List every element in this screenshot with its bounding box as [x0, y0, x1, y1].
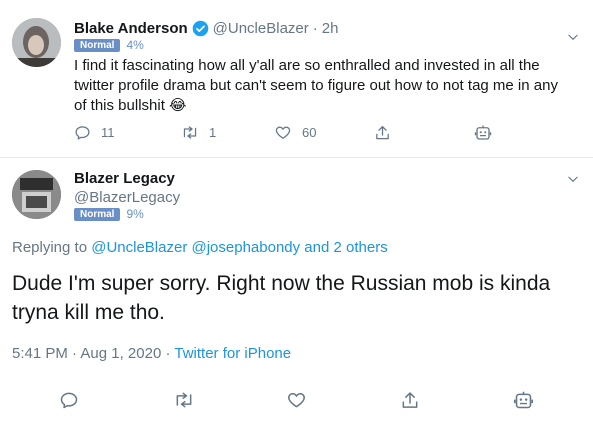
share-icon	[400, 390, 420, 411]
share-button[interactable]	[400, 390, 420, 411]
divider	[0, 157, 593, 158]
separator: ·	[165, 345, 171, 362]
retweet-button[interactable]: 1	[181, 124, 216, 141]
like-button[interactable]: 60	[274, 124, 316, 141]
like-button[interactable]	[286, 390, 307, 410]
tweet-time[interactable]: 5:41 PM	[12, 345, 68, 362]
bot-score-percent: 9%	[126, 207, 144, 221]
avatar-blake-anderson[interactable]	[12, 18, 61, 67]
share-icon	[374, 124, 391, 142]
bot-score-badge: Normal	[74, 207, 121, 221]
heart-icon	[274, 124, 292, 141]
author-handle[interactable]: @UncleBlazer	[213, 20, 309, 37]
bot-check-button[interactable]	[474, 124, 492, 142]
tweet-text: Dude I'm super sorry. Right now the Russ…	[12, 272, 551, 324]
mention-link[interactable]: @UncleBlazer	[91, 239, 187, 256]
tweet-text: I find it fascinating how all y'all are …	[74, 57, 558, 114]
avatar-blazer-legacy[interactable]	[12, 170, 61, 219]
reply-icon	[59, 390, 79, 410]
retweet-icon	[173, 390, 195, 410]
heart-icon	[286, 390, 307, 410]
author-handle[interactable]: @BlazerLegacy	[74, 189, 180, 206]
like-count: 60	[302, 125, 317, 140]
bot-score-percent: 4%	[126, 38, 144, 52]
tweet-date[interactable]: Aug 1, 2020	[80, 345, 161, 362]
bot-score-badge: Normal	[74, 38, 121, 52]
replying-to-label: Replying to	[12, 239, 88, 256]
separator: ·	[72, 345, 78, 362]
timestamp[interactable]: 2h	[322, 20, 339, 37]
separator: ·	[312, 20, 318, 37]
reply-button[interactable]	[59, 390, 79, 410]
others-link[interactable]: and 2 others	[304, 239, 387, 256]
retweet-count: 1	[209, 125, 217, 140]
tweet-meta: 5:41 PM · Aug 1, 2020 · Twitter for iPho…	[12, 345, 291, 362]
tweet-source[interactable]: Twitter for iPhone	[174, 345, 291, 362]
share-button[interactable]	[374, 124, 391, 142]
chevron-down-icon[interactable]	[566, 30, 580, 44]
author-name[interactable]: Blake Anderson	[74, 20, 188, 37]
reply-button[interactable]: 11	[74, 124, 115, 141]
robot-icon	[513, 390, 534, 411]
mention-link[interactable]: @josephabondy	[191, 239, 300, 256]
verified-badge-icon	[192, 20, 209, 37]
reply-icon	[74, 124, 91, 141]
replying-to: Replying to @UncleBlazer @josephabondy a…	[12, 239, 388, 256]
reply-count: 11	[101, 125, 115, 140]
chevron-down-icon[interactable]	[566, 172, 580, 186]
author-name[interactable]: Blazer Legacy	[74, 170, 175, 187]
bot-check-button[interactable]	[513, 390, 534, 411]
robot-icon	[474, 124, 492, 142]
retweet-button[interactable]	[173, 390, 195, 410]
retweet-icon	[181, 124, 199, 141]
